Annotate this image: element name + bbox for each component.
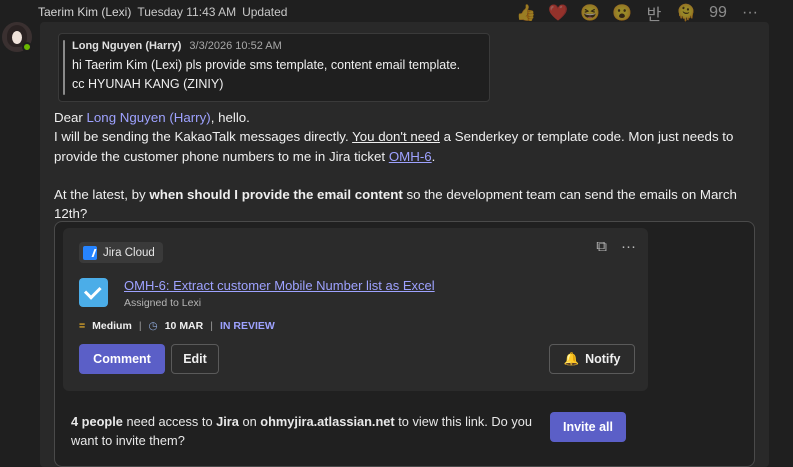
notify-button[interactable]: 🔔 Notify (549, 344, 635, 374)
paragraph-1: I will be sending the KakaoTalk messages… (54, 127, 754, 166)
card-actions: ⧉ ··· (596, 238, 636, 255)
notice-text-b: on (238, 414, 261, 429)
access-notice: 4 people need access to Jira on ohmyjira… (71, 412, 541, 450)
greeting-line: Dear Long Nguyen (Harry), hello. (54, 108, 754, 127)
p1-text-a: I will be sending the KakaoTalk messages… (54, 129, 353, 145)
heart-reaction-icon[interactable]: ❤️ (546, 3, 570, 23)
p2-text-a: At the latest, by (54, 186, 150, 202)
issue-meta: = Medium | ◷ 10 MAR | IN REVIEW (79, 320, 275, 332)
priority-medium-icon: = (79, 320, 86, 332)
invite-all-button[interactable]: Invite all (550, 412, 626, 442)
jira-site-name: ohmyjira.atlassian.net (260, 414, 395, 429)
bell-icon: 🔔 (563, 351, 580, 366)
assignee-text: Assigned to Lexi (124, 297, 202, 309)
people-count: 4 people (71, 414, 123, 429)
issue-title-link[interactable]: OMH-6: Extract customer Mobile Number li… (124, 278, 435, 293)
more-options-icon[interactable]: ··· (738, 4, 762, 22)
message-timestamp: Tuesday 11:43 AM (137, 5, 237, 19)
jira-issue-panel: Jira Cloud ⧉ ··· OMH-6: Extract customer… (63, 228, 648, 391)
meta-separator: | (210, 320, 213, 332)
laugh-reaction-icon[interactable]: 😆 (578, 3, 602, 23)
add-reaction-icon[interactable]: 🫠 (674, 3, 698, 23)
quote-header: Long Nguyen (Harry) 3/3/2026 10:52 AM (72, 40, 282, 52)
quoted-message[interactable]: Long Nguyen (Harry) 3/3/2026 10:52 AM hi… (58, 33, 490, 102)
greeting-prefix: Dear (54, 110, 87, 125)
edit-button[interactable]: Edit (171, 344, 219, 374)
jira-link-card: Jira Cloud ⧉ ··· OMH-6: Extract customer… (54, 221, 755, 467)
message-body: Dear Long Nguyen (Harry), hello. I will … (54, 108, 754, 223)
comment-button[interactable]: Comment (79, 344, 165, 374)
jira-logo-icon (83, 245, 97, 260)
presence-available-icon (22, 42, 32, 52)
jira-cloud-chip: Jira Cloud (79, 242, 163, 263)
jira-source-label: Jira Cloud (103, 246, 155, 259)
like-reaction-icon[interactable]: 👍 (514, 3, 538, 23)
mention-long-nguyen[interactable]: Long Nguyen (Harry) (87, 110, 211, 125)
notify-label: Notify (585, 352, 621, 366)
paragraph-2: At the latest, by when should I provide … (54, 185, 754, 224)
surprised-reaction-icon[interactable]: 😮 (610, 3, 634, 23)
quote-line-2: cc HYUNAH KANG (ZINIY) (72, 77, 224, 91)
p1-underlined: You don't need (352, 129, 440, 145)
due-date: 10 MAR (164, 320, 204, 332)
edited-status: Updated (242, 5, 288, 19)
due-date-clock-icon: ◷ (148, 320, 158, 332)
greeting-suffix: , hello. (210, 110, 250, 125)
meta-separator: | (138, 320, 142, 332)
task-type-checkbox-icon (79, 278, 108, 307)
status-badge[interactable]: IN REVIEW (220, 320, 275, 332)
quote-author: Long Nguyen (Harry) (72, 40, 182, 52)
card-more-icon[interactable]: ··· (621, 238, 636, 255)
message-header: Taerim Kim (Lexi) Tuesday 11:43 AM Updat… (38, 4, 287, 20)
copy-link-icon[interactable]: ⧉ (596, 238, 607, 255)
p1-text-d: . (431, 148, 436, 164)
author-name[interactable]: Taerim Kim (Lexi) (38, 5, 131, 19)
quote-timestamp: 3/3/2026 10:52 AM (189, 40, 282, 52)
quote-line-1: hi Taerim Kim (Lexi) pls provide sms tem… (72, 58, 461, 72)
jira-ticket-link[interactable]: OMH-6 (389, 149, 432, 164)
priority-label: Medium (92, 320, 132, 332)
jira-product-name: Jira (216, 414, 239, 429)
notice-text-a: need access to (122, 414, 217, 429)
quote-reply-icon[interactable]: 99 (706, 4, 730, 22)
p2-bold: when should I provide the email content (149, 186, 403, 202)
